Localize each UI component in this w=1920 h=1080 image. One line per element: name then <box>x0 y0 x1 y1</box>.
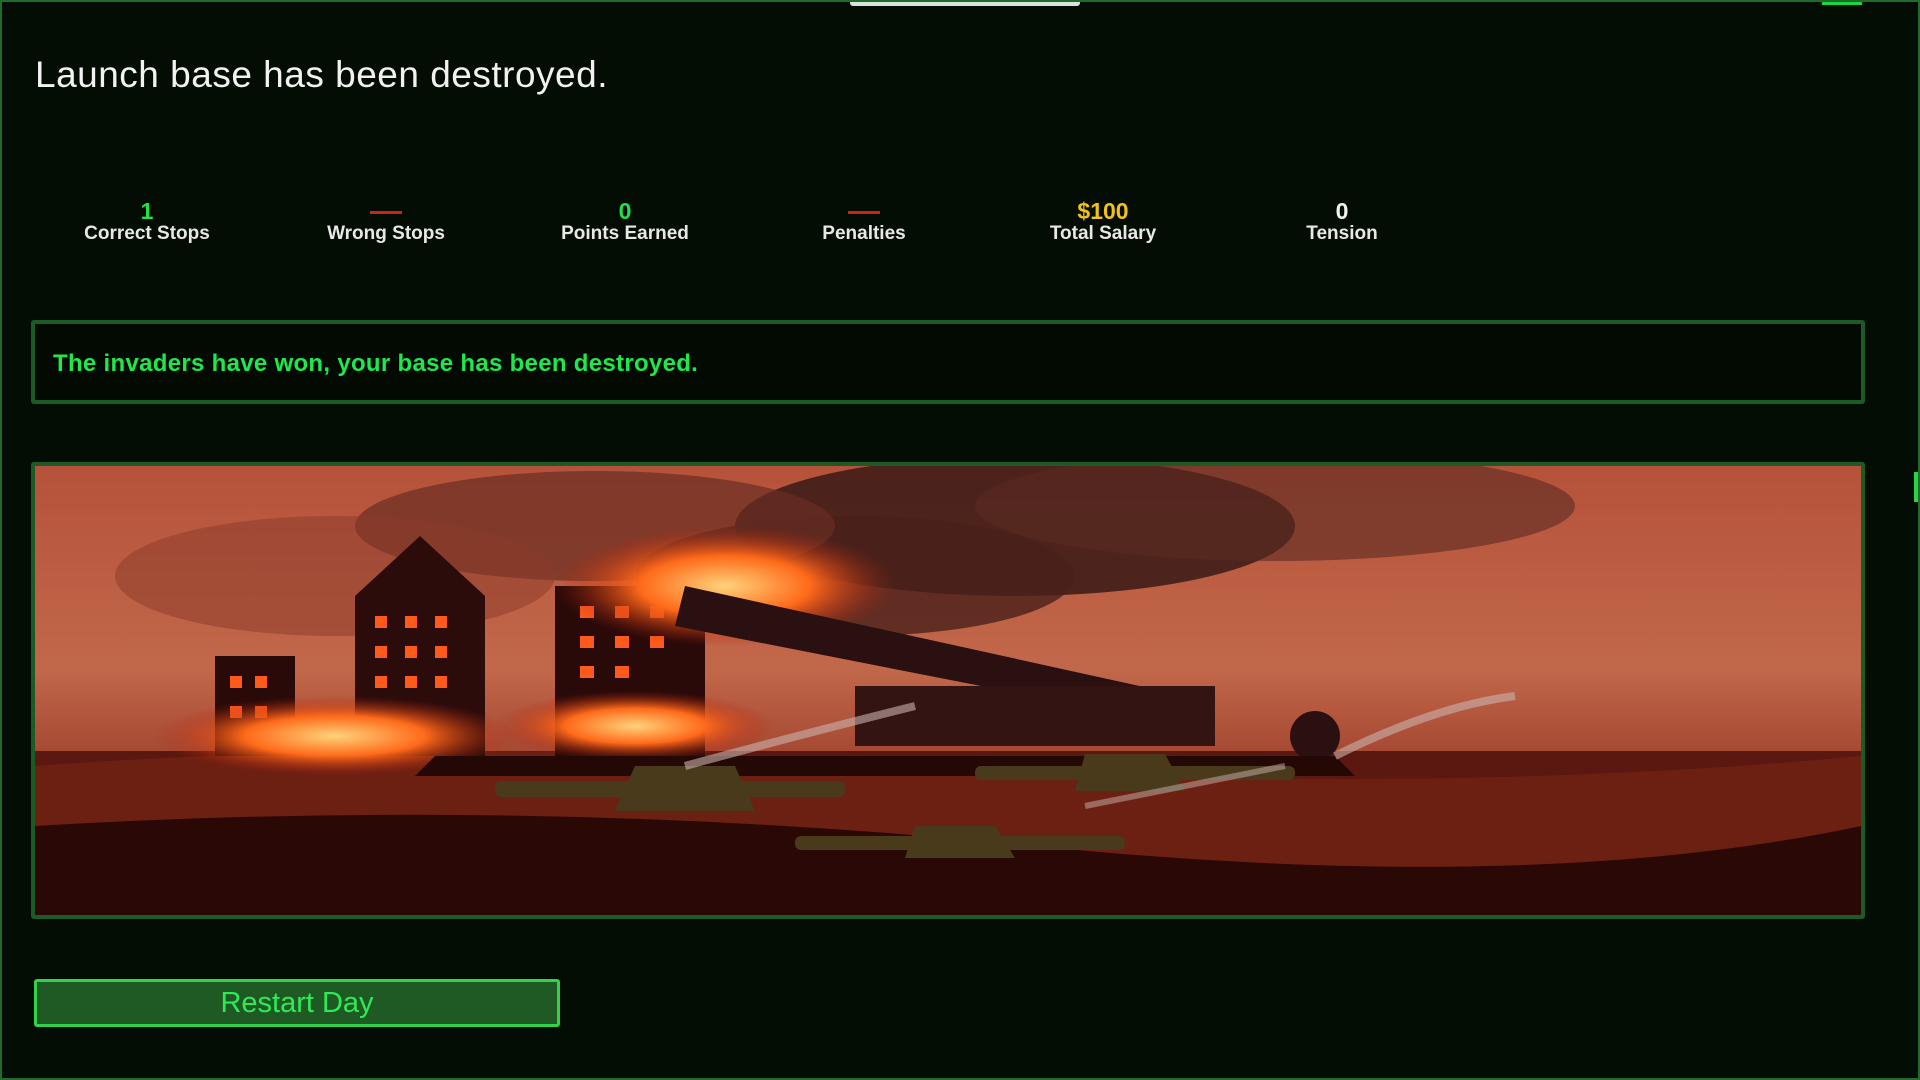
stat-total-salary: $100 Total Salary <box>1003 197 1203 245</box>
stat-label: Points Earned <box>561 223 689 244</box>
stat-label: Wrong Stops <box>327 223 445 244</box>
message-box: The invaders have won, your base has bee… <box>31 320 1865 404</box>
stat-label: Tension <box>1306 223 1378 244</box>
game-window: Launch base has been destroyed. 1 Correc… <box>0 0 1920 1080</box>
burning-base-illustration <box>31 462 1865 919</box>
stat-label: Total Salary <box>1049 223 1157 244</box>
stat-penalties: Penalties <box>764 197 964 245</box>
dash-icon <box>370 211 402 215</box>
stat-value: $100 <box>1077 198 1129 224</box>
stat-value-dash <box>286 197 486 225</box>
burning-base-scene-icon <box>35 466 1861 915</box>
message-text: The invaders have won, your base has bee… <box>53 350 699 377</box>
stat-value-dash <box>764 197 964 225</box>
stat-value: 0 <box>1335 198 1349 224</box>
stat-value: 0 <box>618 198 632 224</box>
page-title: Launch base has been destroyed. <box>35 54 608 95</box>
top-progress-bar <box>850 2 1080 6</box>
stat-points-earned: 0 Points Earned <box>525 197 725 245</box>
stat-value: 1 <box>140 198 154 224</box>
stats-row: 1 Correct Stops Wrong Stops 0 Points Ear… <box>47 197 1427 257</box>
stat-label: Correct Stops <box>84 223 210 244</box>
top-accent-indicator <box>1822 2 1862 5</box>
stat-tension: 0 Tension <box>1242 197 1442 245</box>
dash-icon <box>848 211 880 215</box>
stat-correct-stops: 1 Correct Stops <box>47 197 247 245</box>
edge-indicator <box>1914 472 1918 502</box>
restart-day-button[interactable]: Restart Day <box>34 979 560 1027</box>
stat-wrong-stops: Wrong Stops <box>286 197 486 245</box>
top-status-strip <box>2 2 1920 8</box>
stat-label: Penalties <box>822 223 906 244</box>
